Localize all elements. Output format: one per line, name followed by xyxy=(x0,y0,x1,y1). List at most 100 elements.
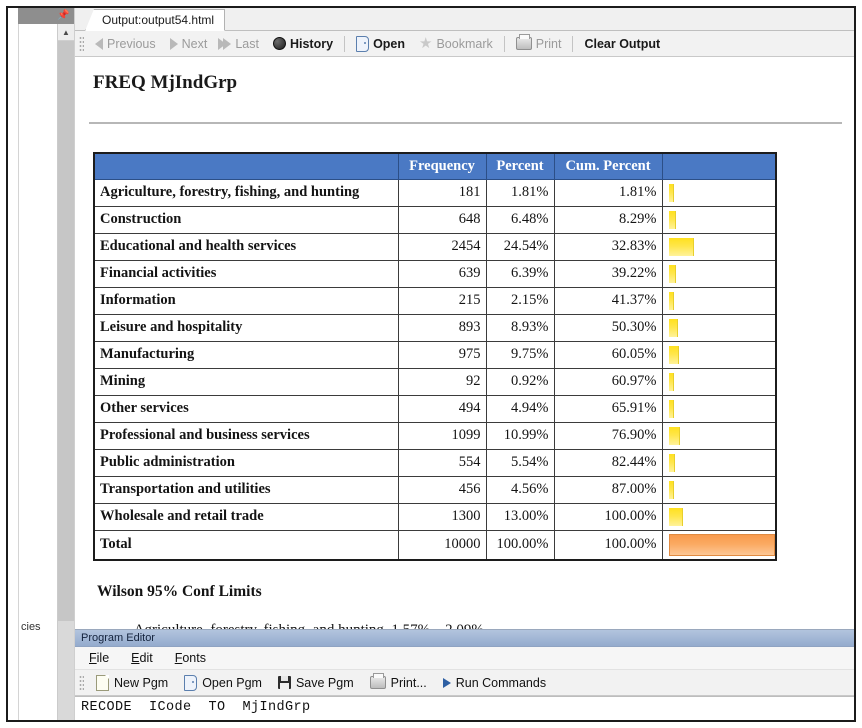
cell-category: Manufacturing xyxy=(93,340,399,369)
cell-category: Wholesale and retail trade xyxy=(93,502,399,531)
bar-fill xyxy=(668,291,674,310)
open-pgm-button[interactable]: Open Pgm xyxy=(176,674,270,692)
previous-button[interactable]: Previous xyxy=(88,36,163,52)
cell-bar xyxy=(661,205,777,234)
history-button[interactable]: History xyxy=(266,36,340,52)
cell-frequency: 975 xyxy=(397,340,487,369)
bar-fill xyxy=(668,426,681,445)
save-pgm-button[interactable]: Save Pgm xyxy=(270,675,362,691)
cell-category: Professional and business services xyxy=(93,421,399,450)
previous-label: Previous xyxy=(107,36,156,51)
cell-category: Financial activities xyxy=(93,259,399,288)
cell-bar xyxy=(661,313,777,342)
cell-percent: 13.00% xyxy=(485,502,555,531)
open-door-icon xyxy=(184,674,198,691)
cell-percent: 9.75% xyxy=(485,340,555,369)
cell-frequency: 456 xyxy=(397,475,487,504)
main-area: Output:output54.html Previous Next Last xyxy=(75,8,854,720)
bookmark-button[interactable]: ★ Bookmark xyxy=(412,36,500,52)
open-button[interactable]: Open xyxy=(349,35,412,53)
cell-bar xyxy=(661,502,777,531)
cell-frequency: 554 xyxy=(397,448,487,477)
cell-cum-percent: 87.00% xyxy=(553,475,663,504)
cell-category: Mining xyxy=(93,367,399,396)
play-triangle-icon xyxy=(442,677,451,688)
bookmark-label: Bookmark xyxy=(436,36,493,51)
cell-frequency: 1300 xyxy=(397,502,487,531)
program-editor-titlebar[interactable]: Program Editor xyxy=(75,630,854,647)
tab-output-output54[interactable]: Output:output54.html xyxy=(85,9,226,31)
table-row: Professional and business services 1099 10… xyxy=(93,421,777,450)
run-commands-label: Run Commands xyxy=(455,675,547,690)
wilson-title: Wilson 95% Conf Limits xyxy=(97,582,262,600)
program-editor-code-line[interactable]: RECODE ICode TO MjIndGrp xyxy=(75,696,854,720)
pin-icon[interactable]: 📌 xyxy=(57,10,69,22)
column-header-category xyxy=(93,152,399,180)
bar-fill xyxy=(668,183,674,202)
cell-frequency: 181 xyxy=(397,178,487,207)
cell-bar xyxy=(661,475,777,504)
cell-percent: 2.15% xyxy=(485,286,555,315)
menu-edit-rest: dit xyxy=(139,651,153,665)
cell-category: Construction xyxy=(93,205,399,234)
cell-frequency: 648 xyxy=(397,205,487,234)
frequency-table-wrapper: Frequency Percent Cum. Percent Agricultu… xyxy=(93,152,842,561)
bar-fill xyxy=(668,237,695,256)
menu-edit[interactable]: Edit xyxy=(131,651,153,665)
cell-cum-percent: 60.05% xyxy=(553,340,663,369)
cell-bar xyxy=(661,178,777,207)
cell-cum-percent: 50.30% xyxy=(553,313,663,342)
program-editor-title: Program Editor xyxy=(81,632,155,644)
cell-percent: 10.99% xyxy=(485,421,555,450)
scroll-up-arrow-icon[interactable]: ▲ xyxy=(58,24,74,41)
cell-bar xyxy=(661,448,777,477)
cell-percent: 1.81% xyxy=(485,178,555,207)
cell-cum-percent: 39.22% xyxy=(553,259,663,288)
table-row: Construction 648 6.48% 8.29% xyxy=(93,205,777,234)
print-pgm-button[interactable]: Print... xyxy=(362,673,435,691)
cell-frequency: 215 xyxy=(397,286,487,315)
toolbar-divider-2 xyxy=(503,35,505,52)
new-pgm-button[interactable]: New Pgm xyxy=(88,674,176,692)
arrow-double-right-icon xyxy=(218,37,232,50)
cell-percent: 6.48% xyxy=(485,205,555,234)
table-row: Wholesale and retail trade 1300 13.00% 100.… xyxy=(93,502,777,531)
column-header-cum-percent: Cum. Percent xyxy=(553,152,663,180)
last-button[interactable]: Last xyxy=(214,36,266,52)
arrow-right-icon xyxy=(169,37,178,50)
toolbar-grip[interactable] xyxy=(79,35,84,52)
table-row: Leisure and hospitality 893 8.93% 50.30% xyxy=(93,313,777,342)
clear-output-button[interactable]: Clear Output xyxy=(577,36,667,52)
table-row: Manufacturing 975 9.75% 60.05% xyxy=(93,340,777,369)
horizontal-rule xyxy=(89,122,842,124)
menu-file[interactable]: File xyxy=(89,651,109,665)
cell-cum-percent: 41.37% xyxy=(553,286,663,315)
cell-category: Transportation and utilities xyxy=(93,475,399,504)
cell-cum-percent: 1.81% xyxy=(553,178,663,207)
menu-fonts-rest: onts xyxy=(182,651,206,665)
table-row: Information 215 2.15% 41.37% xyxy=(93,286,777,315)
left-panel-scrollbar[interactable]: ▲ xyxy=(57,24,74,720)
cell-percent: 0.92% xyxy=(485,367,555,396)
cell-frequency: 92 xyxy=(397,367,487,396)
print-button[interactable]: Print xyxy=(509,34,569,52)
program-editor-panel: Program Editor File Edit Fonts New Pgm O… xyxy=(75,629,854,720)
new-pgm-label: New Pgm xyxy=(114,675,169,690)
menu-fonts[interactable]: Fonts xyxy=(175,651,206,665)
cell-category: Total xyxy=(93,529,399,560)
cell-category: Agriculture, forestry, fishing, and hunt… xyxy=(93,178,399,207)
pe-toolbar-grip[interactable] xyxy=(79,674,84,691)
table-header-row: Frequency Percent Cum. Percent xyxy=(93,152,777,180)
cell-percent: 5.54% xyxy=(485,448,555,477)
scrollbar-thumb[interactable] xyxy=(58,41,74,621)
cell-frequency: 1099 xyxy=(397,421,487,450)
cell-bar xyxy=(661,286,777,315)
run-commands-button[interactable]: Run Commands xyxy=(435,675,554,691)
table-row: Agriculture, forestry, fishing, and hunt… xyxy=(93,178,777,207)
output-toolbar: Previous Next Last History Open ★ Bookma… xyxy=(75,31,854,57)
frequency-table-body: Agriculture, forestry, fishing, and hunt… xyxy=(93,178,777,560)
table-row: Total 10000 100.00% 100.00% xyxy=(93,529,777,560)
next-button[interactable]: Next xyxy=(163,36,215,52)
floppy-disk-icon xyxy=(277,676,291,689)
program-editor-toolbar: New Pgm Open Pgm Save Pgm Print... Run C xyxy=(75,670,854,696)
